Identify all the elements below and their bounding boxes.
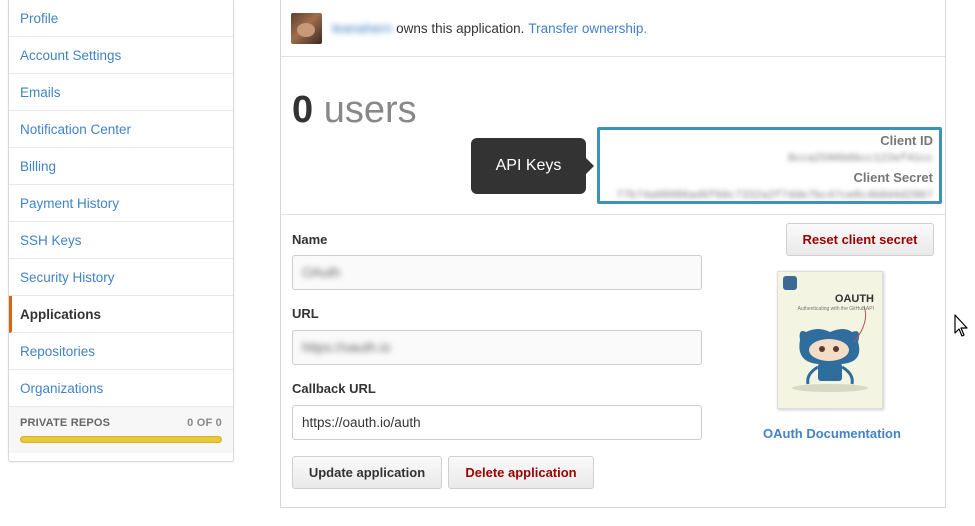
mouse-cursor-icon [954,314,968,337]
url-label: URL [292,306,319,321]
sidebar-item-applications[interactable]: Applications [9,296,233,333]
sidebar-item-payment-history[interactable]: Payment History [9,185,233,222]
url-field[interactable]: https://oauth.io [292,330,702,365]
settings-sidebar: Profile Account Settings Emails Notifica… [8,0,234,462]
sidebar-item-billing[interactable]: Billing [9,148,233,185]
sidebar-item-emails[interactable]: Emails [9,74,233,111]
name-label: Name [292,232,328,247]
sidebar-item-profile[interactable]: Profile [9,0,233,37]
api-keys-tooltip: API Keys [471,138,594,194]
update-application-button[interactable]: Update application [292,456,442,489]
users-label: users [323,89,417,131]
users-count: 0 users [292,89,417,132]
sidebar-item-account-settings[interactable]: Account Settings [9,37,233,74]
owner-row: leanahern owns this application. Transfe… [281,0,945,57]
application-form: Name OAuth URL https://oauth.io Callback… [281,215,945,508]
sidebar-item-ssh-keys[interactable]: SSH Keys [9,222,233,259]
name-value: OAuth [302,265,341,280]
client-id-value[interactable]: 8cca2596b6bcc122ef41cc [600,150,933,169]
stats-section: 0 users API Keys Client ID 8cca2596b6bcc… [281,57,945,256]
sidebar-item-organizations[interactable]: Organizations [9,370,233,407]
callback-url-field[interactable]: https://oauth.io/auth [292,405,702,440]
client-secret-label: Client Secret [853,170,933,185]
name-field[interactable]: OAuth [292,255,702,290]
transfer-ownership-link[interactable]: Transfer ownership. [528,21,647,36]
delete-application-button[interactable]: Delete application [448,456,594,489]
users-number: 0 [292,89,314,131]
url-value: https://oauth.io [302,340,391,355]
sidebar-item-repositories[interactable]: Repositories [9,333,233,370]
oauth-documentation-link[interactable]: OAuth Documentation [763,426,901,441]
client-secret-value[interactable]: 77b74a08086ad6f60c7332a2f7dde7bc47ce8c4b… [600,187,933,206]
client-id-label: Client ID [880,133,933,148]
owner-text: owns this application. [396,20,525,36]
private-repos-label: PRIVATE REPOS [20,417,111,429]
sidebar-item-security-history[interactable]: Security History [9,259,233,296]
private-repos-bar [20,436,222,443]
callback-url-label: Callback URL [292,381,376,396]
private-repos-count: 0 OF 0 [187,417,222,429]
application-panel: leanahern owns this application. Transfe… [280,0,946,508]
avatar[interactable] [291,12,322,44]
api-keys-box: Client ID 8cca2596b6bcc122ef41cc Client … [597,127,942,204]
octocat-illustration [792,305,868,392]
oauth-book-cover[interactable]: OAUTH Authenticating with the GitHub API [777,271,883,409]
callback-url-value: https://oauth.io/auth [302,415,421,430]
private-repos-meter: PRIVATE REPOS 0 OF 0 [9,407,233,453]
sidebar-item-notification-center[interactable]: Notification Center [9,111,233,148]
owner-name-link[interactable]: leanahern [332,21,392,36]
